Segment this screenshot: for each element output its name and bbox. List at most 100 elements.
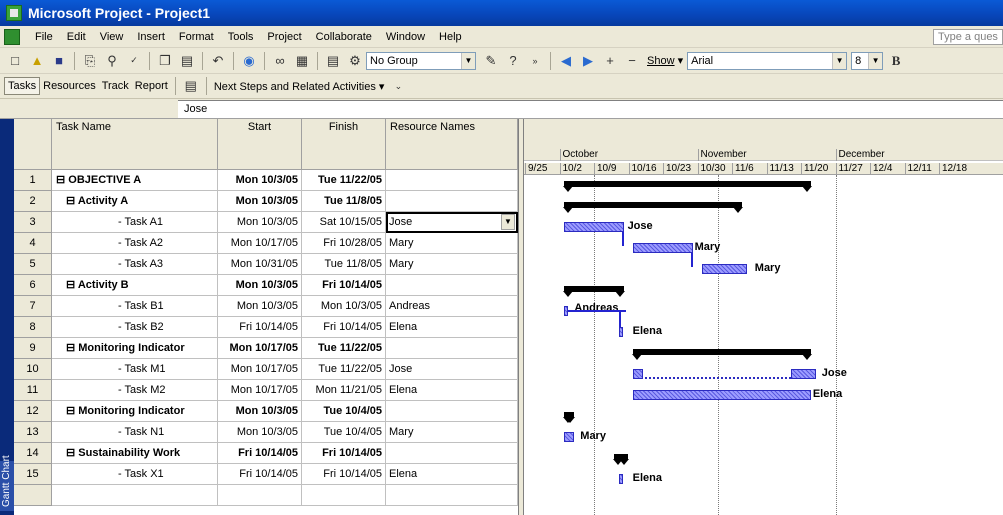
task-name-cell[interactable]: - Task B2: [52, 317, 218, 338]
zoom-icon[interactable]: ✎: [482, 52, 500, 70]
task-bar[interactable]: [618, 327, 623, 337]
row-id[interactable]: 15: [14, 464, 52, 485]
chevron-down-icon[interactable]: ▼: [501, 214, 515, 230]
table-row[interactable]: 10- Task M1 Mon 10/17/05 Tue 11/22/05 Jose: [14, 359, 518, 380]
start-cell[interactable]: Fri 10/14/05: [218, 317, 302, 338]
task-bar[interactable]: [702, 264, 747, 274]
new-icon[interactable]: □: [6, 52, 24, 70]
task-name-cell[interactable]: - Task N1: [52, 422, 218, 443]
menu-file[interactable]: File: [28, 31, 60, 43]
table-row[interactable]: 7- Task B1 Mon 10/3/05 Mon 10/3/05 Andreas: [14, 296, 518, 317]
summary-bar[interactable]: [563, 286, 625, 297]
empty-cell[interactable]: [218, 485, 302, 506]
select-all-corner[interactable]: [14, 119, 52, 170]
undo-icon[interactable]: ↶: [209, 52, 227, 70]
row-id[interactable]: 5: [14, 254, 52, 275]
row-id[interactable]: 6: [14, 275, 52, 296]
task-name-cell[interactable]: - Task B1: [52, 296, 218, 317]
scroll-right-icon[interactable]: ▶: [579, 52, 597, 70]
finish-cell[interactable]: Fri 10/14/05: [302, 275, 386, 296]
finish-cell[interactable]: Mon 11/21/05: [302, 380, 386, 401]
finish-cell[interactable]: Fri 10/28/05: [302, 233, 386, 254]
resource-cell[interactable]: [386, 275, 518, 296]
print-preview-icon[interactable]: ⚲: [103, 52, 121, 70]
menu-project[interactable]: Project: [260, 31, 308, 43]
row-id[interactable]: 7: [14, 296, 52, 317]
empty-cell[interactable]: [302, 485, 386, 506]
empty-row[interactable]: [14, 485, 518, 506]
start-cell[interactable]: Mon 10/17/05: [218, 338, 302, 359]
table-row[interactable]: 8- Task B2 Fri 10/14/05 Fri 10/14/05 Elena: [14, 317, 518, 338]
finish-cell[interactable]: Tue 11/8/05: [302, 191, 386, 212]
entry-field[interactable]: Jose: [178, 100, 1003, 118]
summary-bar[interactable]: [612, 454, 630, 465]
table-row[interactable]: 13- Task N1 Mon 10/3/05 Tue 10/4/05 Mary: [14, 422, 518, 443]
guide-report-button[interactable]: Report: [132, 78, 171, 94]
document-icon[interactable]: [4, 28, 20, 45]
summary-bar[interactable]: [563, 181, 813, 192]
resource-cell[interactable]: [386, 443, 518, 464]
start-cell[interactable]: Mon 10/3/05: [218, 191, 302, 212]
menu-view[interactable]: View: [93, 31, 131, 43]
start-cell[interactable]: Mon 10/17/05: [218, 233, 302, 254]
row-id[interactable]: 4: [14, 233, 52, 254]
task-name-cell[interactable]: ⊟ Monitoring Indicator: [52, 401, 218, 422]
resource-cell[interactable]: Mary: [386, 233, 518, 254]
table-row[interactable]: 6 ⊟ Activity B Mon 10/3/05 Fri 10/14/05: [14, 275, 518, 296]
chevron-down-icon[interactable]: ▼: [832, 52, 847, 69]
chevron-down-icon[interactable]: ▼: [461, 52, 475, 69]
table-row[interactable]: 14 ⊟ Sustainability Work Fri 10/14/05 Fri 1…: [14, 443, 518, 464]
paste-icon[interactable]: ▤: [178, 52, 196, 70]
task-name-cell[interactable]: ⊟ Monitoring Indicator: [52, 338, 218, 359]
open-icon[interactable]: ▲: [28, 52, 46, 70]
resource-cell[interactable]: Mary: [386, 422, 518, 443]
resource-cell[interactable]: Elena: [386, 464, 518, 485]
split-task-icon[interactable]: ▦: [293, 52, 311, 70]
column-header-start[interactable]: Start: [218, 119, 302, 170]
save-icon[interactable]: ■: [50, 52, 68, 70]
start-cell[interactable]: Mon 10/3/05: [218, 296, 302, 317]
task-bar[interactable]: [564, 222, 624, 232]
task-bar[interactable]: [618, 474, 623, 484]
menu-edit[interactable]: Edit: [60, 31, 93, 43]
toggle-guide-icon[interactable]: ▤: [182, 77, 200, 95]
task-bar[interactable]: [633, 390, 811, 400]
finish-cell[interactable]: Sat 10/15/05: [302, 212, 386, 233]
resource-cell[interactable]: Elena: [386, 380, 518, 401]
resource-cell[interactable]: Elena: [386, 317, 518, 338]
row-id[interactable]: 12: [14, 401, 52, 422]
table-row[interactable]: 4- Task A2 Mon 10/17/05 Fri 10/28/05 Mary: [14, 233, 518, 254]
gantt-chart-view-tab[interactable]: Gantt Chart: [0, 455, 14, 511]
spelling-icon[interactable]: ✓: [125, 52, 143, 70]
guide-resources-button[interactable]: Resources: [40, 78, 99, 94]
resource-cell[interactable]: Andreas: [386, 296, 518, 317]
row-id[interactable]: 3: [14, 212, 52, 233]
menu-insert[interactable]: Insert: [130, 31, 172, 43]
font-combo[interactable]: Arial ▼: [687, 51, 848, 70]
resource-cell[interactable]: Jose ▼: [386, 212, 518, 233]
bold-button[interactable]: B: [887, 52, 905, 70]
table-row[interactable]: 2 ⊟ Activity A Mon 10/3/05 Tue 11/8/05: [14, 191, 518, 212]
start-cell[interactable]: Mon 10/17/05: [218, 359, 302, 380]
empty-cell[interactable]: [14, 485, 52, 506]
dependency-link[interactable]: [690, 253, 693, 267]
row-id[interactable]: 14: [14, 443, 52, 464]
row-id[interactable]: 11: [14, 380, 52, 401]
start-cell[interactable]: Mon 10/3/05: [218, 212, 302, 233]
group-by-combo[interactable]: No Group ▼: [366, 51, 476, 70]
row-id[interactable]: 2: [14, 191, 52, 212]
task-bar[interactable]: [791, 369, 816, 379]
scroll-left-icon[interactable]: ◀: [557, 52, 575, 70]
timescale-months[interactable]: October November December: [524, 149, 1003, 161]
finish-cell[interactable]: Fri 10/14/05: [302, 464, 386, 485]
menu-tools[interactable]: Tools: [221, 31, 261, 43]
task-name-cell[interactable]: ⊟ Activity A: [52, 191, 218, 212]
guide-track-button[interactable]: Track: [99, 78, 132, 94]
task-bar[interactable]: [564, 432, 575, 442]
table-row[interactable]: 15- Task X1 Fri 10/14/05 Fri 10/14/05 Elena: [14, 464, 518, 485]
row-id[interactable]: 10: [14, 359, 52, 380]
menu-window[interactable]: Window: [379, 31, 432, 43]
start-cell[interactable]: Fri 10/14/05: [218, 443, 302, 464]
indent-plus-icon[interactable]: +: [601, 52, 619, 70]
notes-icon[interactable]: ⚙: [346, 52, 364, 70]
